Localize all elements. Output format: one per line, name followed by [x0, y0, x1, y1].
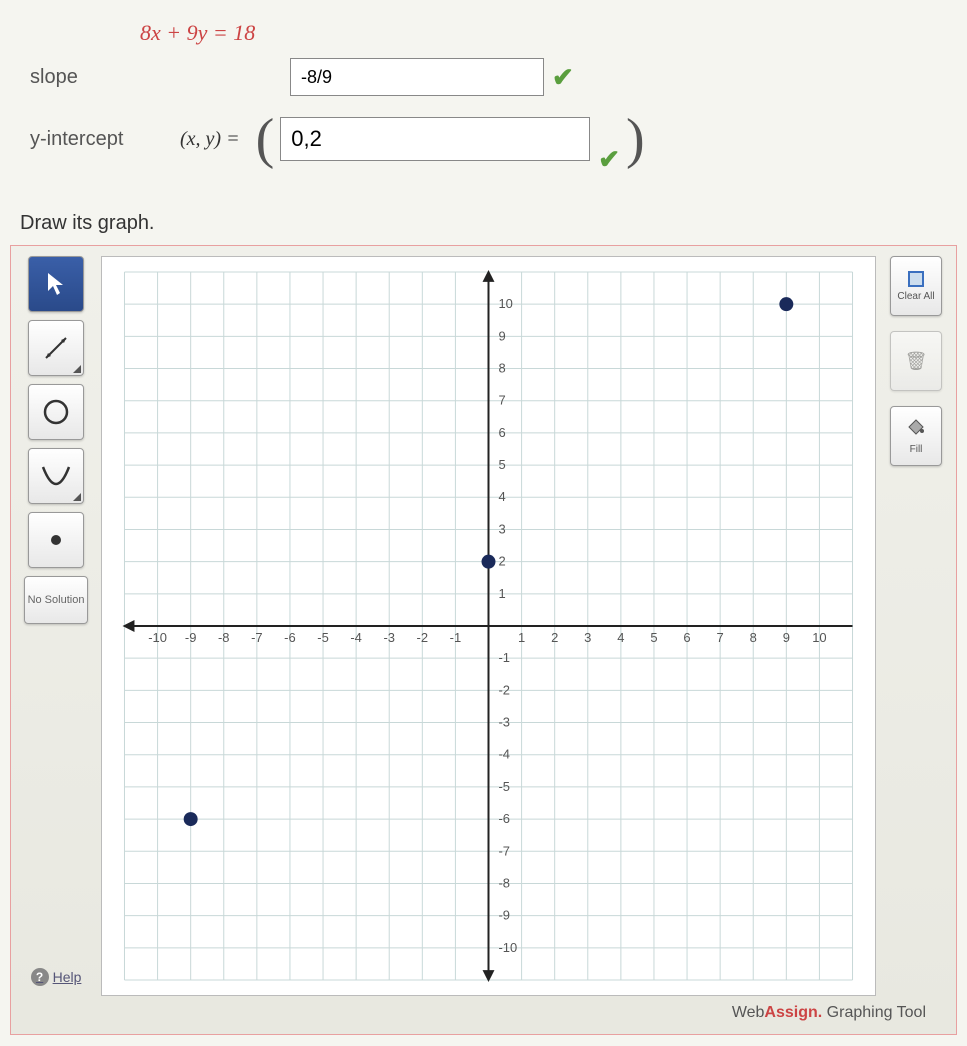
- svg-text:-2: -2: [417, 630, 429, 645]
- svg-text:-4: -4: [498, 747, 510, 762]
- point-icon: [46, 530, 66, 550]
- svg-text:-9: -9: [185, 630, 197, 645]
- svg-text:1: 1: [498, 586, 505, 601]
- line-tool-button[interactable]: [28, 320, 84, 376]
- svg-text:-9: -9: [498, 908, 510, 923]
- left-toolbar: No Solution ? Help: [21, 256, 91, 996]
- right-toolbar: Clear All 🗑 Fill: [886, 256, 946, 996]
- svg-text:-7: -7: [498, 843, 510, 858]
- graph-svg[interactable]: -10 -9 -8 -7 -6 -5 -4 -3 -2 -1 1 2 3 4 5 6 7 8 9 10 -10 -9 -8 -…: [102, 257, 875, 995]
- svg-text:-6: -6: [284, 630, 296, 645]
- pointer-icon: [46, 271, 66, 297]
- draw-instruction: Draw its graph.: [20, 212, 957, 235]
- svg-text:-1: -1: [450, 630, 462, 645]
- svg-text:10: 10: [812, 630, 826, 645]
- circle-icon: [41, 397, 71, 427]
- parabola-icon: [39, 461, 73, 491]
- line-icon: [41, 333, 71, 363]
- graphing-tool-panel: No Solution ? Help -10-9-8-7-6-5-4-3-2-1…: [10, 245, 957, 1035]
- help-label: Help: [53, 969, 82, 985]
- svg-text:2: 2: [498, 554, 505, 569]
- open-paren-icon: (: [250, 111, 281, 167]
- svg-text:-3: -3: [498, 715, 510, 730]
- svg-text:1: 1: [518, 630, 525, 645]
- yintercept-label: y-intercept: [30, 128, 180, 151]
- svg-text:-8: -8: [218, 630, 230, 645]
- xy-label: (x, y) =: [180, 128, 240, 151]
- yintercept-input[interactable]: [280, 117, 590, 161]
- no-solution-button[interactable]: No Solution: [24, 576, 88, 624]
- svg-text:-6: -6: [498, 811, 510, 826]
- brand-footer: WebAssign. Graphing Tool: [21, 996, 946, 1024]
- parabola-tool-button[interactable]: [28, 448, 84, 504]
- slope-label: slope: [30, 66, 180, 89]
- svg-text:8: 8: [750, 630, 757, 645]
- svg-text:-5: -5: [498, 779, 510, 794]
- help-link[interactable]: ? Help: [27, 958, 86, 996]
- svg-text:3: 3: [498, 521, 505, 536]
- svg-text:-10: -10: [148, 630, 167, 645]
- svg-text:3: 3: [584, 630, 591, 645]
- check-icon: ✔: [552, 62, 574, 93]
- svg-text:-7: -7: [251, 630, 263, 645]
- svg-text:2: 2: [551, 630, 558, 645]
- check-icon: ✔: [598, 144, 620, 175]
- clear-icon: [908, 271, 924, 287]
- close-paren-icon: ): [620, 111, 651, 167]
- clear-all-label: Clear All: [897, 291, 934, 302]
- svg-text:-2: -2: [498, 682, 510, 697]
- circle-tool-button[interactable]: [28, 384, 84, 440]
- help-icon: ?: [31, 968, 49, 986]
- svg-text:-10: -10: [498, 940, 517, 955]
- slope-row: slope ✔: [30, 58, 937, 96]
- svg-text:4: 4: [617, 630, 624, 645]
- svg-text:5: 5: [650, 630, 657, 645]
- point-tool-button[interactable]: [28, 512, 84, 568]
- svg-text:4: 4: [498, 489, 505, 504]
- svg-text:7: 7: [498, 393, 505, 408]
- svg-text:6: 6: [498, 425, 505, 440]
- svg-text:-3: -3: [383, 630, 395, 645]
- brand-web: Web: [732, 1004, 765, 1021]
- svg-text:7: 7: [717, 630, 724, 645]
- svg-text:-4: -4: [350, 630, 362, 645]
- svg-text:9: 9: [783, 630, 790, 645]
- pointer-tool-button[interactable]: [28, 256, 84, 312]
- trash-icon: 🗑: [905, 351, 928, 372]
- svg-text:-1: -1: [498, 650, 510, 665]
- graph-canvas[interactable]: -10 -9 -8 -7 -6 -5 -4 -3 -2 -1 1 2 3 4 5 6 7 8 9 10 -10 -9 -8 -…: [101, 256, 876, 996]
- svg-text:5: 5: [498, 457, 505, 472]
- brand-suffix: Graphing Tool: [822, 1004, 926, 1021]
- svg-text:9: 9: [498, 328, 505, 343]
- svg-text:8: 8: [498, 361, 505, 376]
- yintercept-row: y-intercept (x, y) = ( ✔ ): [30, 111, 937, 167]
- svg-text:-5: -5: [317, 630, 329, 645]
- fill-button[interactable]: Fill: [890, 406, 942, 466]
- svg-text:10: 10: [498, 296, 512, 311]
- fill-label: Fill: [910, 444, 923, 455]
- svg-text:-8: -8: [498, 875, 510, 890]
- slope-input[interactable]: [290, 58, 544, 96]
- brand-assign: Assign.: [764, 1004, 822, 1021]
- clear-all-button[interactable]: Clear All: [890, 256, 942, 316]
- fill-icon: [906, 417, 926, 440]
- delete-button[interactable]: 🗑: [890, 331, 942, 391]
- svg-text:6: 6: [683, 630, 690, 645]
- equation-text: 8x + 9y = 18: [140, 20, 937, 46]
